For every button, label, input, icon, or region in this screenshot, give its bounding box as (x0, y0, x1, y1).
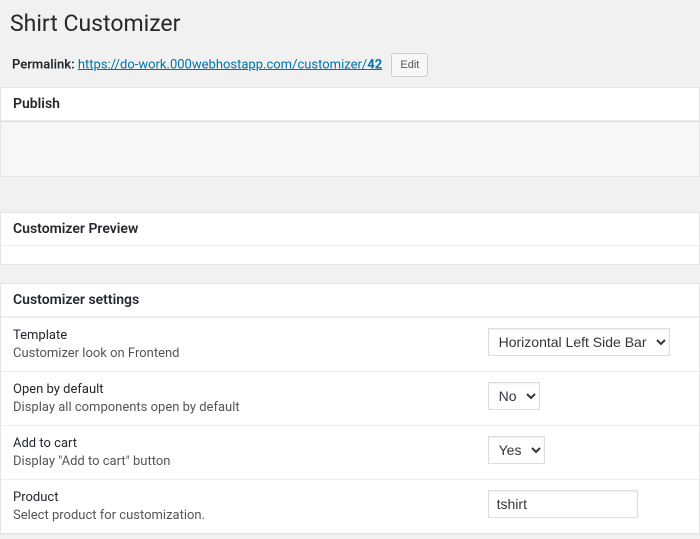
publish-title: Publish (13, 96, 60, 112)
template-desc: Customizer look on Frontend (13, 346, 464, 361)
open-default-desc: Display all components open by default (13, 400, 464, 415)
row-template: Template Customizer look on Frontend Hor… (1, 317, 699, 371)
settings-box: Customizer settings Template Customizer … (0, 283, 700, 534)
preview-box: Customizer Preview (0, 212, 700, 265)
row-open-default: Open by default Display all components o… (1, 371, 699, 425)
product-desc: Select product for customization. (13, 508, 464, 523)
add-to-cart-select[interactable]: Yes (488, 436, 545, 464)
permalink-link[interactable]: https://do-work.000webhostapp.com/custom… (78, 57, 382, 72)
add-to-cart-label: Add to cart (13, 436, 464, 451)
settings-title: Customizer settings (13, 292, 139, 308)
permalink-label: Permalink: (12, 57, 75, 72)
product-label: Product (13, 490, 464, 505)
open-default-select[interactable]: No (488, 382, 540, 410)
open-default-label: Open by default (13, 382, 464, 397)
page-title: Shirt Customizer (0, 0, 700, 43)
permalink-bar: Permalink: https://do-work.000webhostapp… (0, 43, 700, 87)
preview-title: Customizer Preview (13, 221, 138, 237)
permalink-id: 42 (367, 57, 382, 72)
product-input[interactable] (488, 490, 638, 518)
settings-table: Template Customizer look on Frontend Hor… (1, 317, 699, 533)
add-to-cart-desc: Display "Add to cart" button (13, 454, 464, 469)
publish-body (1, 121, 699, 176)
template-select[interactable]: Horizontal Left Side Bar (488, 328, 670, 356)
settings-header: Customizer settings (1, 284, 699, 317)
publish-header: Publish (1, 88, 699, 121)
preview-header: Customizer Preview (1, 213, 699, 246)
permalink-base: https://do-work.000webhostapp.com/custom… (78, 57, 367, 72)
template-label: Template (13, 328, 464, 343)
edit-permalink-button[interactable]: Edit (391, 53, 428, 77)
publish-box: Publish (0, 87, 700, 177)
row-product: Product Select product for customization… (1, 479, 699, 533)
preview-body (1, 246, 699, 264)
row-add-to-cart: Add to cart Display "Add to cart" button… (1, 425, 699, 479)
